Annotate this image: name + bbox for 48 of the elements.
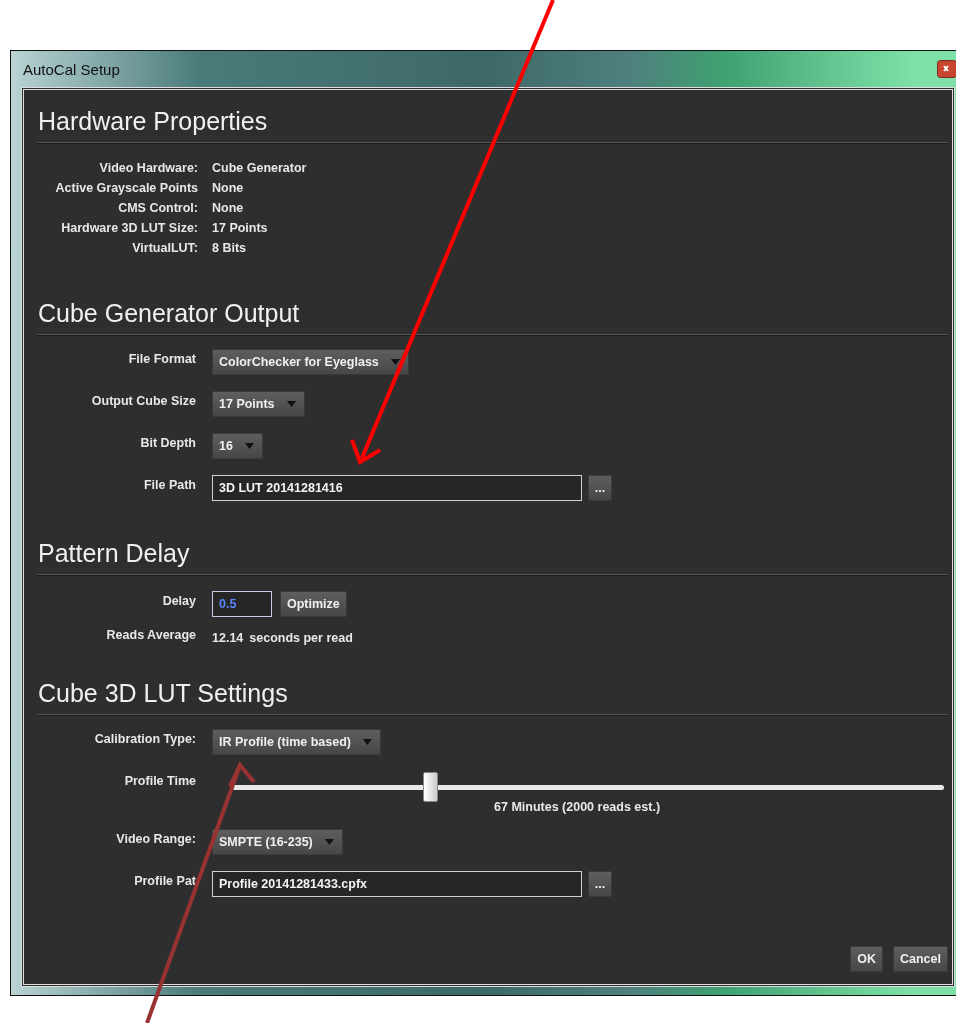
delay-field[interactable]: 0.5	[212, 591, 272, 617]
section-heading: Pattern Delay	[38, 538, 191, 569]
slider-reading: 67 Minutes (2000 reads est.)	[494, 800, 662, 814]
caret-icon	[244, 443, 254, 449]
field-label: Reads Average	[105, 627, 196, 642]
property-label: VirtualLUT:	[131, 241, 198, 255]
dropdown[interactable]: 16	[212, 433, 263, 459]
dropdown[interactable]: 17 Points	[212, 391, 305, 417]
property-value: Cube Generator	[212, 161, 307, 175]
close-icon[interactable]	[937, 60, 956, 78]
field-label: Calibration Type:	[93, 731, 196, 746]
field-label: Video Range:	[115, 831, 196, 846]
property-label: Hardware 3D LUT Size:	[60, 221, 198, 235]
field-label: Profile Pat	[133, 873, 196, 888]
section-heading: Cube Generator Output	[38, 298, 301, 329]
browse-button[interactable]: ...	[588, 871, 612, 897]
field-label: File Path	[142, 477, 196, 492]
property-label: CMS Control:	[117, 201, 198, 215]
dropdown[interactable]: SMPTE (16-235)	[212, 829, 343, 855]
property-value: None	[212, 181, 244, 195]
optimize-button[interactable]: Optimize	[280, 591, 347, 617]
property-value: None	[212, 201, 244, 215]
browse-button[interactable]: ...	[588, 475, 612, 501]
dropdown[interactable]: IR Profile (time based)	[212, 729, 381, 755]
property-value: 17 Points	[212, 221, 268, 235]
property-label: Active Grayscale Points	[54, 181, 198, 195]
field-label: Bit Depth	[139, 435, 196, 450]
caret-icon	[286, 401, 296, 407]
slider-thumb[interactable]	[423, 771, 439, 802]
caret-icon	[363, 739, 372, 745]
reads-unit: seconds per read	[249, 631, 353, 645]
reads-value: 12.14	[212, 631, 244, 645]
dialog-button[interactable]: Cancel	[893, 946, 948, 972]
window-title: AutoCal Setup	[23, 60, 120, 78]
field-label: Output Cube Size	[90, 393, 196, 408]
property-label: Video Hardware:	[98, 161, 198, 175]
field-label: Profile Time	[123, 773, 196, 788]
caret-icon	[324, 839, 334, 845]
caret-icon	[390, 359, 400, 365]
section-heading: Hardware Properties	[38, 106, 269, 137]
field-label: File Format	[127, 351, 196, 366]
field-label: Delay	[161, 593, 196, 608]
dialog-button[interactable]: OK	[850, 946, 883, 972]
dropdown[interactable]: ColorChecker for Eyeglass	[212, 349, 409, 375]
path-field[interactable]: 3D LUT 20141281416	[212, 475, 582, 501]
path-field[interactable]: Profile 20141281433.cpfx	[212, 871, 582, 897]
property-value: 8 Bits	[212, 241, 247, 255]
section-heading: Cube 3D LUT Settings	[38, 678, 289, 709]
